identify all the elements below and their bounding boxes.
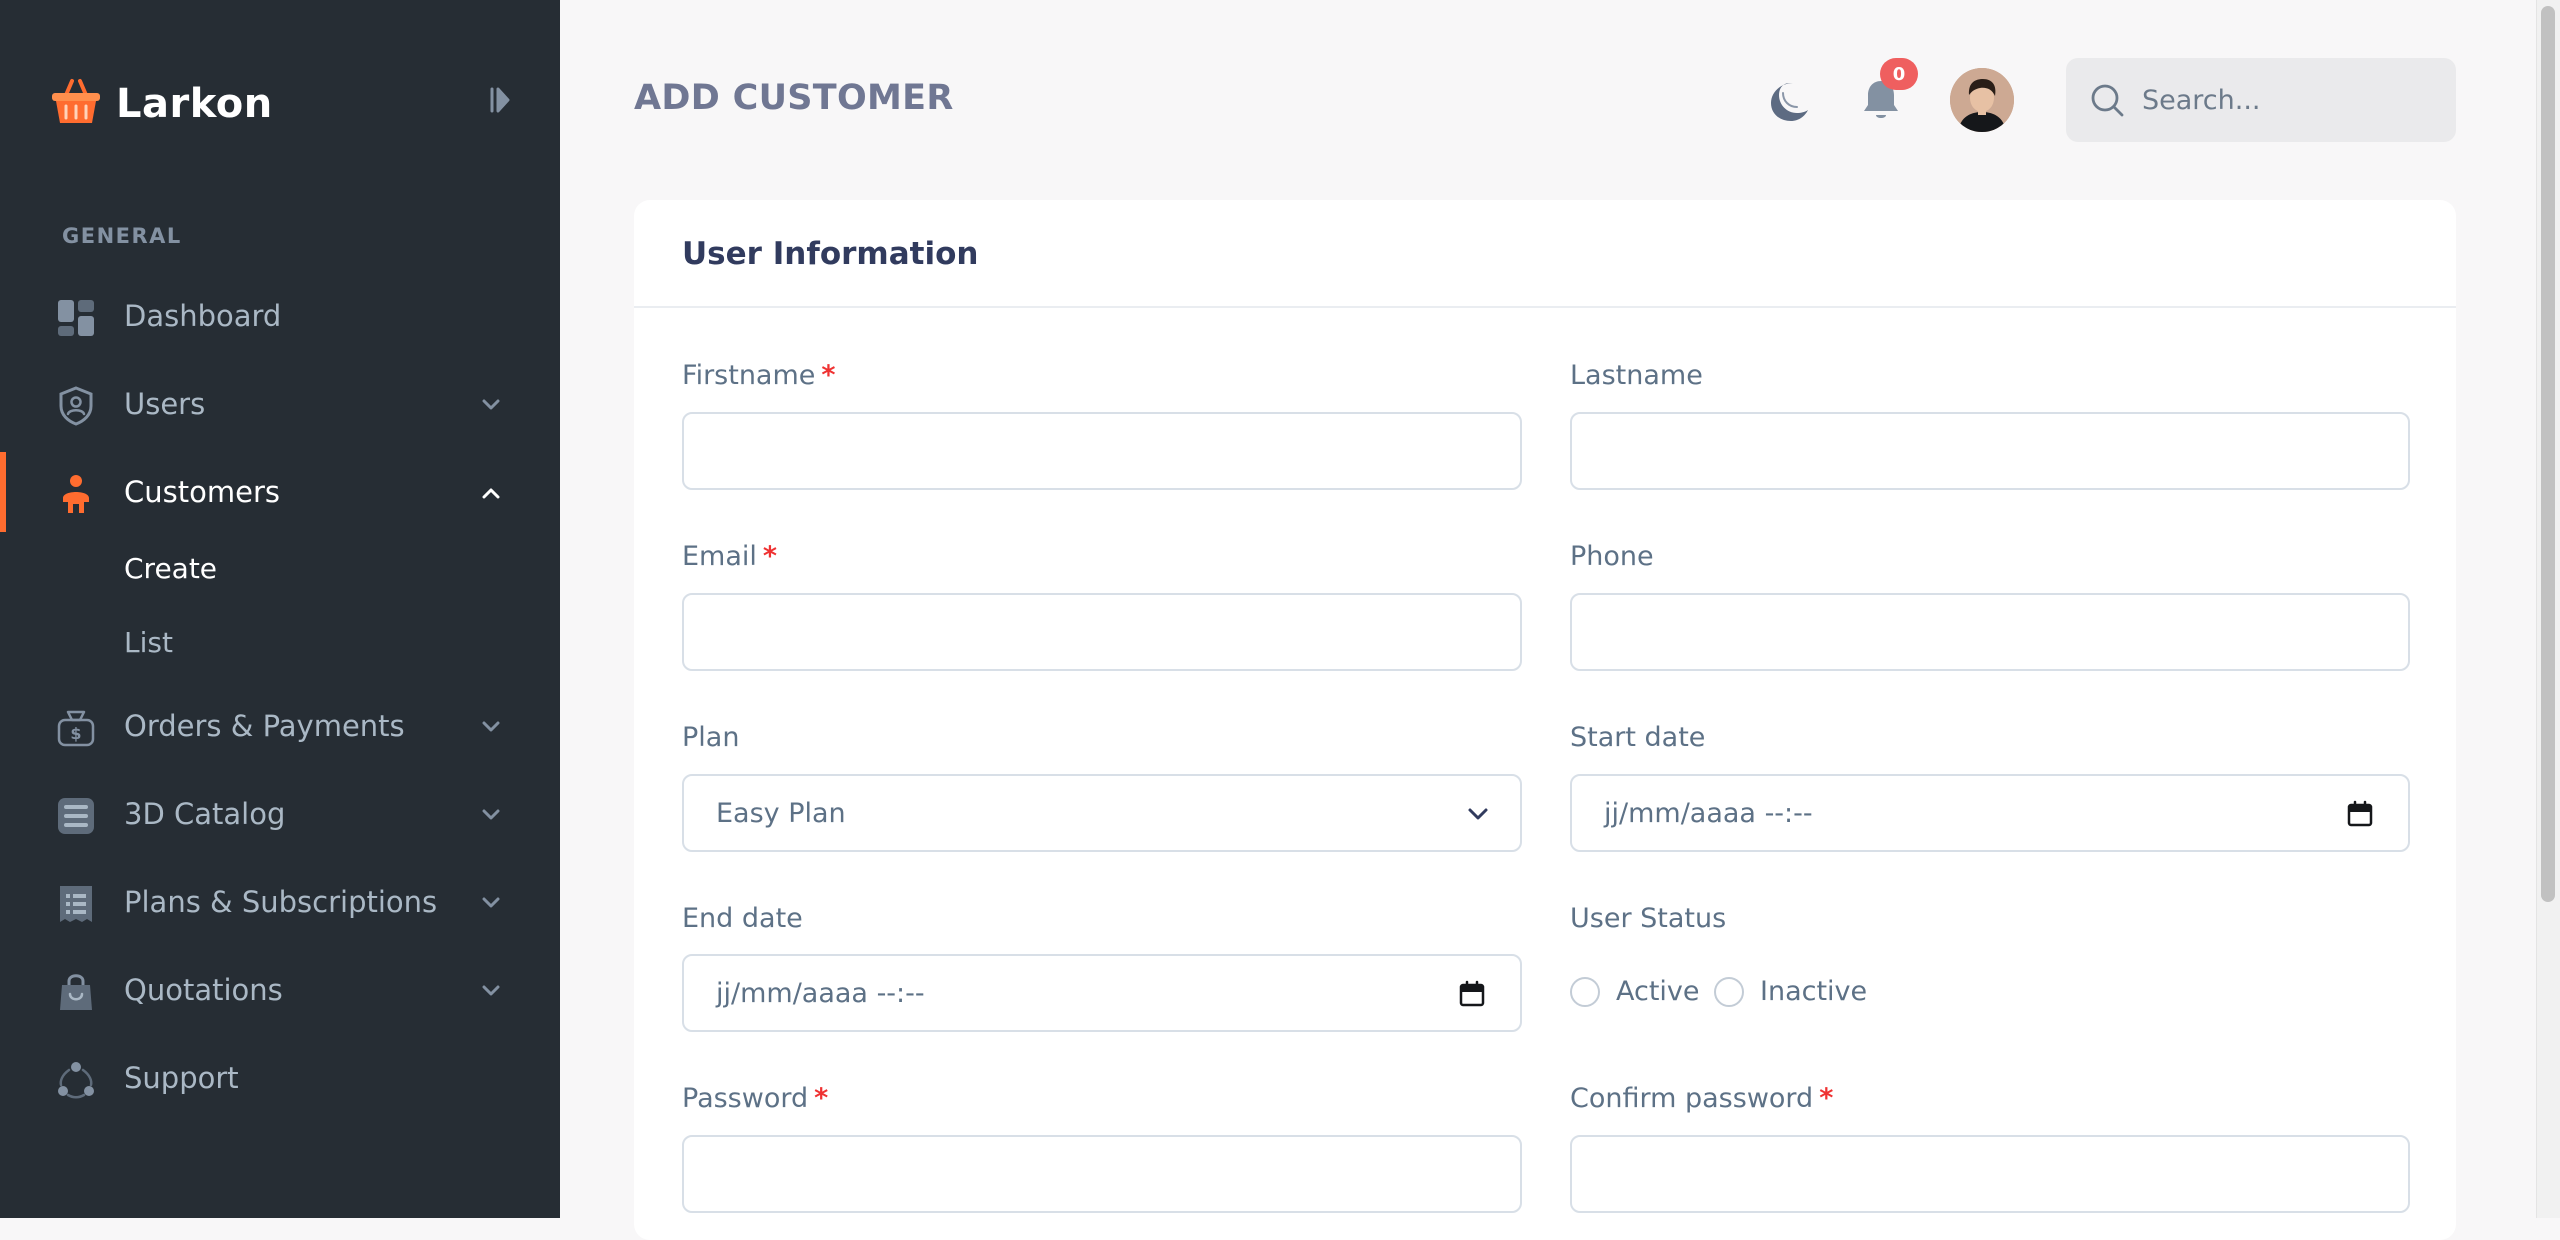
sidebar: Larkon GENERAL Dashboard Users Customers… [0,0,560,1218]
chevron-down-icon [478,802,504,828]
radio-circle[interactable] [1570,976,1600,1007]
chevron-up-icon [478,480,504,506]
sidebar-item-3d-catalog[interactable]: 3D Catalog [0,774,560,854]
email-field[interactable] [682,593,1522,671]
sidebar-item-label: Support [124,1061,239,1095]
email-label: Email * [682,541,777,572]
page-title: ADD CUSTOMER [634,78,954,118]
sidebar-item-dashboard[interactable]: Dashboard [0,276,560,356]
app-root: Larkon GENERAL Dashboard Users Customers… [0,0,2560,1240]
sidebar-item-label: Plans & Subscriptions [124,885,438,919]
basket-logo-icon [50,77,102,131]
sidebar-item-label: Customers [124,475,280,509]
sidebar-item-quotations[interactable]: Quotations [0,950,560,1030]
sidebar-item-plans-subscriptions[interactable]: Plans & Subscriptions [0,862,560,942]
sidebar-subitem-list[interactable]: List [124,626,173,659]
password-label: Password * [682,1083,828,1114]
sidebar-item-orders-payments[interactable]: $ Orders & Payments [0,686,560,766]
start-date-placeholder: jj/mm/aaaa --:-- [1604,797,1813,829]
firstname-label: Firstname * [682,360,836,391]
card-title: User Information [682,236,979,272]
phone-field[interactable] [1570,593,2410,671]
sidebar-subitem-create[interactable]: Create [124,552,217,585]
password-field[interactable] [682,1135,1522,1213]
confirm-password-label-text: Confirm password [1570,1083,1814,1114]
required-mark: * [762,541,778,572]
chevron-down-icon [1464,800,1492,828]
calendar-icon[interactable] [2346,800,2374,828]
firstname-label-text: Firstname [682,360,816,391]
svg-text:$: $ [70,724,81,743]
money-bag-icon: $ [56,708,96,748]
menu-section-title: GENERAL [62,224,182,248]
status-inactive-radio[interactable]: Inactive [1714,976,1867,1007]
brand-logo[interactable]: Larkon [50,76,273,132]
card-header: User Information [634,200,2456,308]
sidebar-item-customers[interactable]: Customers [0,452,560,532]
sidebar-item-label: 3D Catalog [124,797,286,831]
sidebar-item-label: Orders & Payments [124,709,405,743]
dashboard-icon [56,298,96,338]
support-icon [56,1060,96,1100]
email-label-text: Email [682,541,757,572]
sidebar-toggle-icon [490,87,510,113]
end-date-placeholder: jj/mm/aaaa --:-- [716,977,925,1009]
sidebar-collapse-button[interactable] [484,82,516,118]
sidebar-item-label: Quotations [124,973,283,1007]
chevron-down-icon [478,978,504,1004]
user-avatar-icon [1950,68,2014,132]
user-shield-icon [56,386,96,426]
plan-select[interactable]: Easy Plan [682,774,1522,852]
firstname-field[interactable] [682,412,1522,490]
status-active-radio[interactable]: Active [1570,976,1700,1007]
plan-label: Plan [682,722,740,753]
chevron-down-icon [478,392,504,418]
user-status-label: User Status [1570,903,1727,934]
end-date-label: End date [682,903,803,934]
phone-label: Phone [1570,541,1654,572]
plan-select-value: Easy Plan [716,797,846,829]
confirm-password-label: Confirm password * [1570,1083,1833,1114]
search-input[interactable] [2142,84,2442,116]
calendar-icon[interactable] [1458,980,1486,1008]
password-label-text: Password [682,1083,809,1114]
user-information-card: User Information Firstname * Lastname Ema… [634,200,2456,1240]
chevron-down-icon [478,714,504,740]
radio-label-active: Active [1616,976,1700,1007]
lastname-label: Lastname [1570,360,1703,391]
required-mark: * [814,1083,829,1114]
sidebar-item-users[interactable]: Users [0,364,560,444]
radio-label-inactive: Inactive [1760,976,1868,1007]
receipt-icon [56,884,96,924]
scrollbar-thumb[interactable] [2541,6,2555,902]
avatar[interactable] [1950,68,2014,132]
start-date-label: Start date [1570,722,1706,753]
moon-icon [1771,83,1808,121]
theme-toggle-button[interactable] [1766,78,1812,124]
brand-name: Larkon [116,81,273,127]
notification-badge: 0 [1880,58,1918,90]
required-mark: * [1819,1083,1834,1114]
sidebar-item-support[interactable]: Support [0,1038,560,1118]
start-date-field[interactable]: jj/mm/aaaa --:-- [1570,774,2410,852]
sidebar-item-label: Dashboard [124,299,282,333]
search-box [2066,58,2456,142]
shopping-bag-icon [56,972,96,1012]
chevron-down-icon [478,890,504,916]
lastname-field[interactable] [1570,412,2410,490]
end-date-field[interactable]: jj/mm/aaaa --:-- [682,954,1522,1032]
confirm-password-field[interactable] [1570,1135,2410,1213]
sidebar-item-label: Users [124,387,206,421]
radio-circle[interactable] [1714,976,1744,1007]
required-mark: * [821,360,836,391]
search-icon [2091,84,2124,117]
customer-icon [56,474,96,514]
catalog-icon [56,796,96,836]
